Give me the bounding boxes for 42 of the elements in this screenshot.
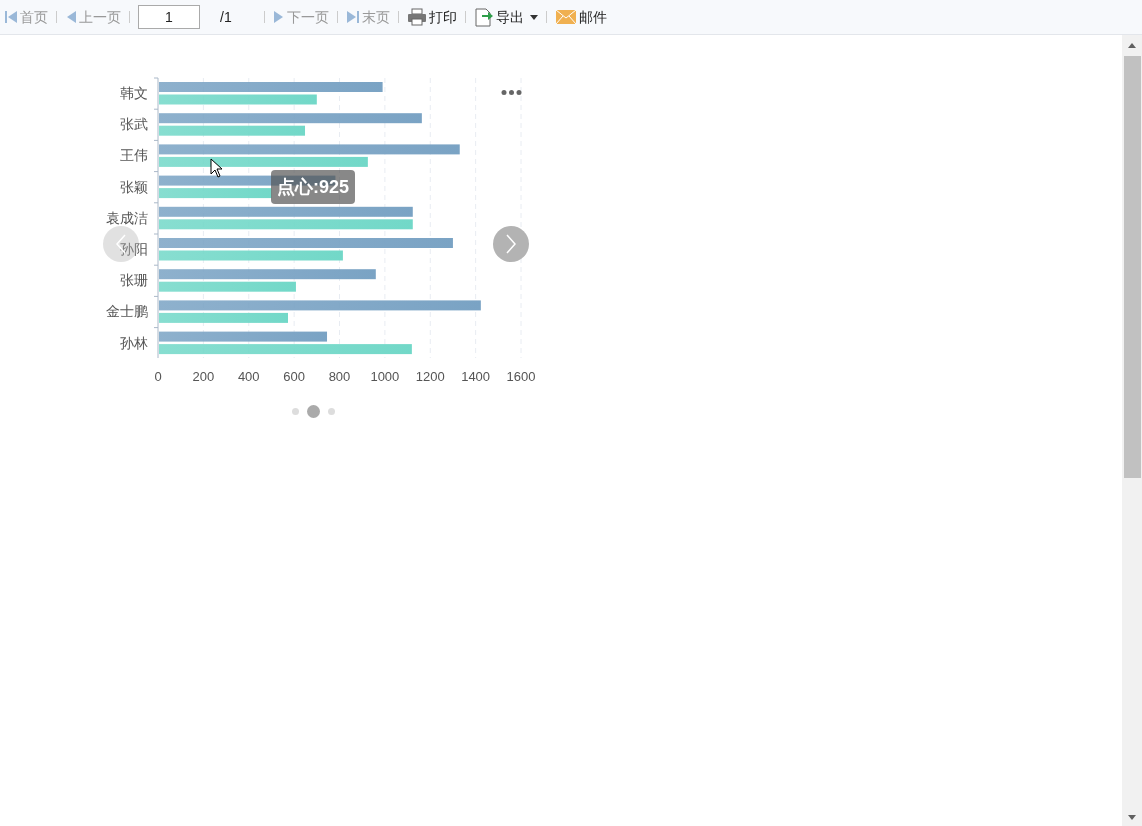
last-page-icon [345, 10, 360, 24]
page-total: /1 [220, 7, 232, 27]
more-icon[interactable] [501, 90, 522, 95]
tick-label: 800 [328, 369, 351, 384]
tick-label: 1600 [506, 369, 536, 384]
scrollbar[interactable] [1122, 35, 1142, 826]
category-label: 张武 [120, 116, 148, 133]
tick-label: 0 [154, 369, 162, 384]
export-icon [473, 7, 494, 27]
chevron-right-icon [505, 234, 517, 254]
category-label: 张珊 [120, 272, 148, 289]
print-button[interactable]: 打印 [406, 6, 457, 28]
scroll-down-icon[interactable] [1128, 815, 1136, 820]
category-label: 王伟 [120, 147, 148, 164]
tick-label: 200 [192, 369, 215, 384]
envelope-icon [554, 9, 577, 25]
first-page-icon [4, 10, 18, 24]
export-button[interactable]: 导出 [473, 6, 538, 28]
category-label: 袁成洁 [106, 209, 148, 226]
page-number-field[interactable]: 1 [138, 5, 200, 29]
next-slide-button[interactable] [493, 226, 529, 262]
scroll-up-icon[interactable] [1128, 43, 1136, 48]
tick-label: 400 [237, 369, 260, 384]
tick-label: 1000 [370, 369, 400, 384]
printer-icon [406, 8, 427, 26]
tick-label: 1200 [415, 369, 445, 384]
bar[interactable] [159, 269, 376, 280]
tooltip: 点心:925 [271, 170, 356, 204]
category-label: 孙林 [120, 334, 148, 351]
tick-label: 1400 [461, 369, 491, 384]
category-label: 韩文 [120, 85, 148, 101]
tick-label: 600 [283, 369, 305, 384]
bar[interactable] [159, 206, 413, 217]
caret-icon [529, 14, 538, 20]
mail-button[interactable]: 邮件 [554, 6, 607, 28]
category-label: 孙阳 [120, 241, 148, 257]
category-label: 金士鹏 [106, 303, 148, 320]
category-label: 张颖 [120, 178, 148, 195]
next-icon [272, 10, 285, 24]
previous-icon [65, 10, 77, 24]
bar[interactable] [159, 113, 422, 124]
cursor-icon [210, 158, 223, 178]
